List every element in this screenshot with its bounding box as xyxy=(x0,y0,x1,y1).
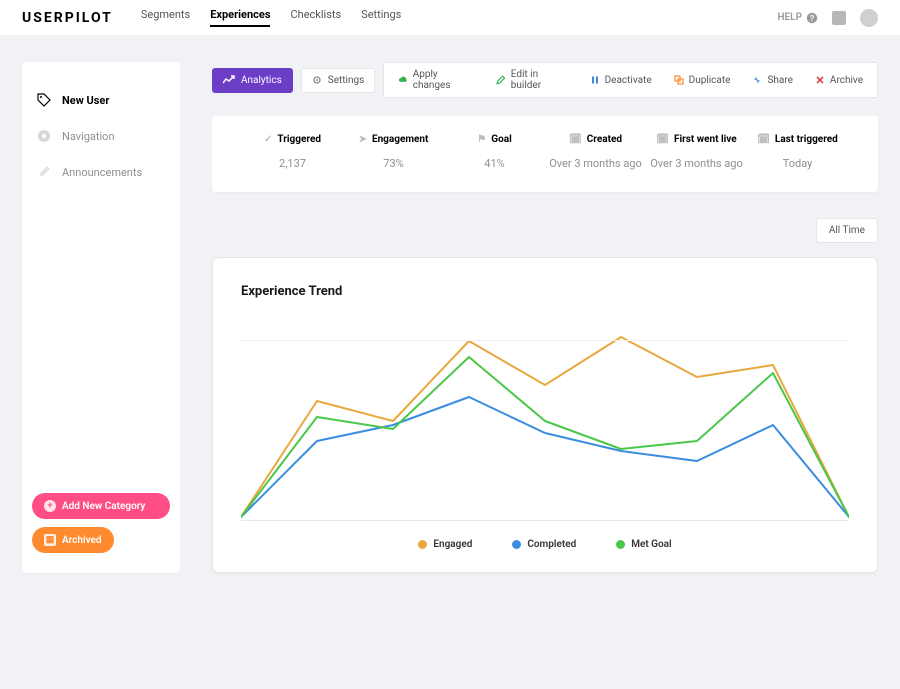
copy-icon xyxy=(674,75,684,85)
chart-area xyxy=(241,321,849,521)
sidebar-item-navigation[interactable]: Navigation xyxy=(22,118,180,154)
stat-bar: ✓Triggered 2,137 ➤Engagement 73% ⚑Goal 4… xyxy=(212,116,878,192)
settings-label: Settings xyxy=(328,75,365,86)
deactivate-button[interactable]: Deactivate xyxy=(590,75,652,86)
calendar-icon: 🗓 xyxy=(569,134,582,145)
pencil-icon xyxy=(496,75,505,85)
apply-changes-button[interactable]: Apply changes xyxy=(398,69,474,91)
chart-card: Experience Trend Engaged Completed Met Goa… xyxy=(212,257,878,573)
share-button[interactable]: Share xyxy=(752,75,792,86)
settings-tab[interactable]: Settings xyxy=(301,68,376,93)
nav-segments[interactable]: Segments xyxy=(141,8,190,27)
archive-button[interactable]: Archive xyxy=(815,75,863,86)
pause-icon xyxy=(590,75,600,85)
nav-checklists[interactable]: Checklists xyxy=(290,8,341,27)
legend-swatch xyxy=(418,540,427,549)
archived-label: Archived xyxy=(62,535,102,546)
docs-icon[interactable] xyxy=(832,11,846,25)
help-link[interactable]: HELP ? xyxy=(777,12,818,24)
sidebar-item-label: Announcements xyxy=(62,166,142,179)
legend-swatch xyxy=(616,540,625,549)
action-bar: Analytics Settings Apply changes Edit in… xyxy=(212,62,878,98)
legend-label: Met Goal xyxy=(631,539,671,550)
help-icon: ? xyxy=(806,12,818,24)
send-icon: ➤ xyxy=(359,134,367,145)
plus-icon: + xyxy=(44,500,56,512)
actions-panel: Apply changes Edit in builder Deactivate… xyxy=(383,62,878,98)
flag-icon: ⚑ xyxy=(477,134,486,145)
analytics-icon xyxy=(223,75,235,85)
sidebar-item-label: New User xyxy=(62,94,109,107)
brand-logo: USERPILOT xyxy=(22,10,113,26)
legend-item: Engaged xyxy=(418,539,472,550)
stat-last-triggered: 🗓Last triggered Today xyxy=(747,134,848,170)
stat-created: 🗓Created Over 3 months ago xyxy=(545,134,646,170)
sidebar: New User Navigation Announcements + Add … xyxy=(22,62,180,573)
pen-icon xyxy=(36,164,52,180)
gear-icon xyxy=(312,75,322,85)
legend-label: Engaged xyxy=(433,539,472,550)
nav-links: Segments Experiences Checklists Settings xyxy=(141,8,402,27)
legend-item: Completed xyxy=(512,539,576,550)
edit-builder-button[interactable]: Edit in builder xyxy=(496,69,567,91)
analytics-label: Analytics xyxy=(241,75,282,86)
link-icon xyxy=(752,75,762,85)
sidebar-item-announcements[interactable]: Announcements xyxy=(22,154,180,190)
analytics-tab[interactable]: Analytics xyxy=(212,68,293,93)
chart-legend: Engaged Completed Met Goal xyxy=(241,539,849,550)
stat-engagement: ➤Engagement 73% xyxy=(343,134,444,170)
calendar-icon: 🗓 xyxy=(757,134,770,145)
main: Analytics Settings Apply changes Edit in… xyxy=(212,62,878,573)
time-filter-button[interactable]: All Time xyxy=(816,218,878,243)
nav-experiences[interactable]: Experiences xyxy=(210,8,270,27)
duplicate-button[interactable]: Duplicate xyxy=(674,75,731,86)
nav-settings[interactable]: Settings xyxy=(361,8,401,27)
stat-first-live: 🗓First went live Over 3 months ago xyxy=(646,134,747,170)
check-icon: ✓ xyxy=(264,134,272,145)
archive-icon: ▦ xyxy=(44,534,56,546)
archived-button[interactable]: ▦ Archived xyxy=(32,527,114,553)
line-chart xyxy=(241,321,849,521)
dot-icon xyxy=(36,128,52,144)
avatar[interactable] xyxy=(860,9,878,27)
legend-swatch xyxy=(512,540,521,549)
sidebar-item-label: Navigation xyxy=(62,130,115,143)
top-nav: USERPILOT Segments Experiences Checklist… xyxy=(0,0,900,36)
legend-label: Completed xyxy=(527,539,576,550)
close-icon xyxy=(815,75,825,85)
stat-goal: ⚑Goal 41% xyxy=(444,134,545,170)
add-category-button[interactable]: + Add New Category xyxy=(32,493,170,519)
stat-triggered: ✓Triggered 2,137 xyxy=(242,134,343,170)
sidebar-item-new-user[interactable]: New User xyxy=(22,82,180,118)
svg-text:?: ? xyxy=(810,14,815,23)
add-category-label: Add New Category xyxy=(62,501,145,512)
legend-item: Met Goal xyxy=(616,539,671,550)
cloud-icon xyxy=(398,75,407,85)
calendar-icon: 🗓 xyxy=(656,134,669,145)
tag-icon xyxy=(36,92,52,108)
help-label: HELP xyxy=(777,12,802,23)
chart-title: Experience Trend xyxy=(241,284,849,299)
